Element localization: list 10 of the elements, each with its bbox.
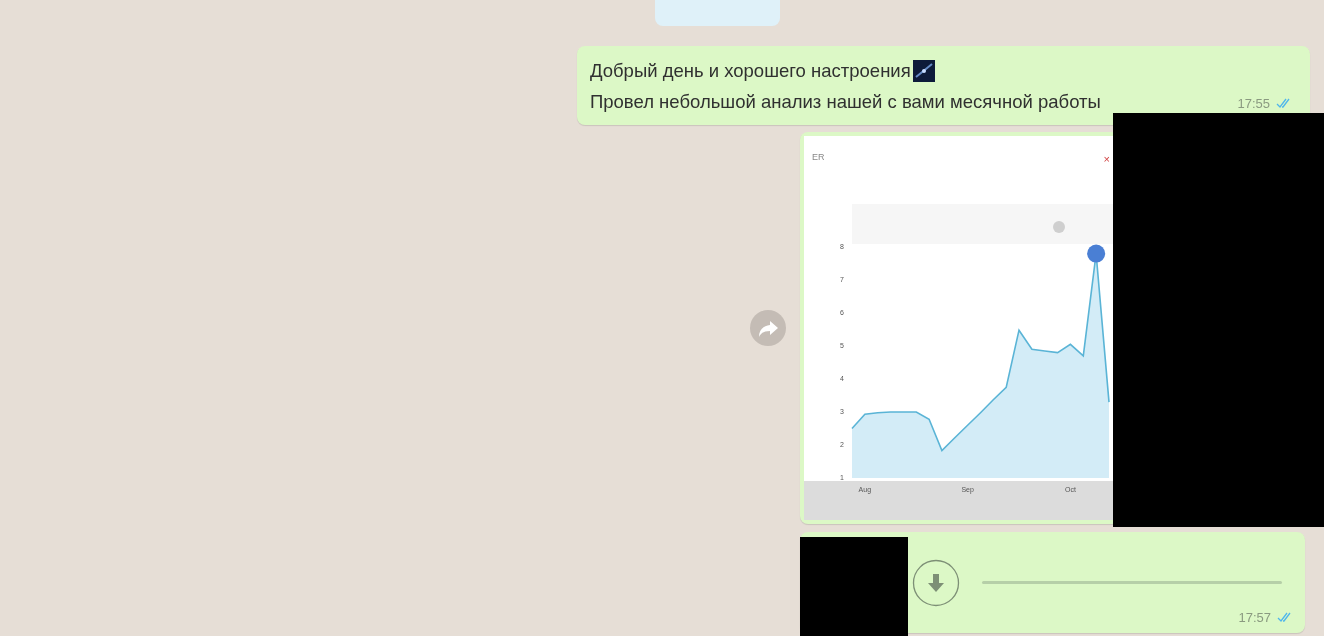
message-time: 17:57 — [1238, 610, 1271, 625]
selected-point[interactable] — [1087, 244, 1106, 263]
forward-button[interactable] — [750, 310, 786, 346]
message-text: Добрый день и хорошего настроения — [590, 59, 911, 83]
message-text: Провел небольшой анализ нашей с вами месячной работы — [590, 90, 1101, 114]
download-button[interactable] — [912, 558, 960, 607]
chart-title: ER — [812, 152, 825, 162]
message-time: 17:55 — [1237, 96, 1270, 111]
galaxy-icon — [912, 59, 935, 82]
close-icon[interactable]: × — [1103, 153, 1110, 165]
